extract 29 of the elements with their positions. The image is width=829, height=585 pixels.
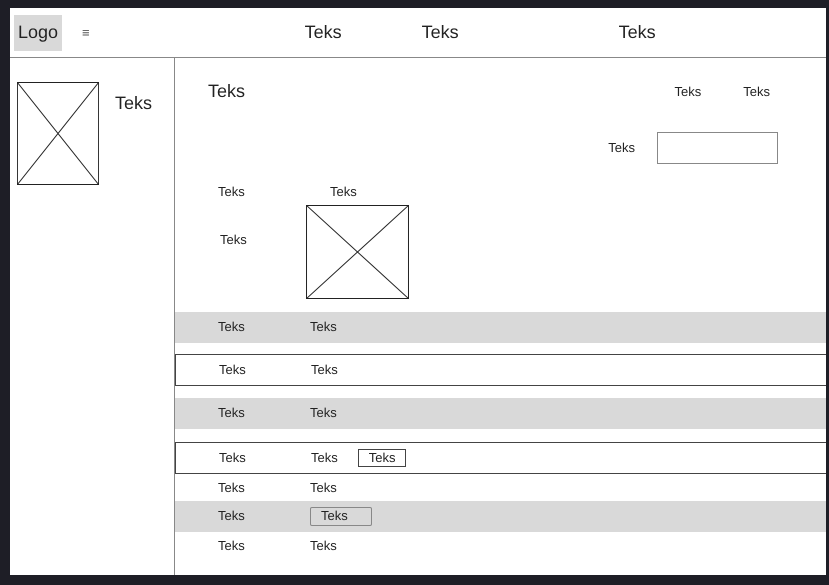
row-cell-text: Teks (311, 448, 338, 467)
image-label: Teks (330, 183, 358, 201)
row-cell-text: Teks (310, 479, 337, 498)
row-cell-text: Teks (218, 537, 246, 556)
field-label: Teks (218, 183, 246, 201)
row-cell-text: Teks (310, 318, 337, 336)
row-cell-text: Teks (219, 360, 247, 379)
row-cell-text: Teks (219, 448, 247, 467)
field-label: Teks (220, 230, 248, 248)
row-cell-text: Teks (310, 537, 337, 556)
nav-link[interactable]: Teks (618, 19, 656, 46)
row-button[interactable]: Teks (310, 506, 372, 526)
row-button[interactable]: Teks (358, 448, 406, 466)
nav-link[interactable]: Teks (422, 19, 459, 46)
logo[interactable]: Logo (14, 14, 62, 50)
row-cell-text: Teks (218, 318, 246, 336)
row-cell-text: Teks (310, 404, 337, 422)
nav-link[interactable]: Teks (304, 19, 342, 46)
field-label: Teks (608, 139, 635, 158)
row-cell-text: Teks (311, 360, 338, 379)
input-field[interactable] (657, 132, 778, 164)
header-link[interactable]: Teks (743, 82, 770, 102)
row-cell-text: Teks (218, 507, 246, 526)
sidebar-title: Teks (115, 92, 152, 115)
header-link[interactable]: Teks (674, 82, 702, 102)
row-cell-text: Teks (218, 404, 246, 422)
row-cell-text: Teks (218, 479, 246, 498)
menu-button[interactable]: ≡ (82, 22, 90, 42)
page-title: Teks (208, 80, 246, 103)
